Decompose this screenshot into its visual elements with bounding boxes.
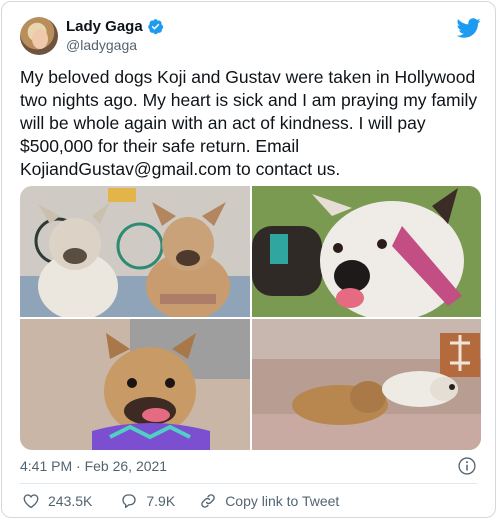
photo-two-dogs-sofa[interactable] [252, 319, 481, 450]
photo-white-bulldog-harness[interactable] [252, 186, 481, 317]
tweet-timestamp[interactable]: 4:41 PM · Feb 26, 2021 [20, 458, 167, 474]
photo-two-dogs-bicycle[interactable] [20, 186, 250, 317]
photo-fawn-bulldog-rainbow[interactable] [20, 319, 250, 450]
like-button[interactable]: 243.5K [22, 492, 92, 510]
reply-button[interactable]: 7.9K [120, 492, 175, 510]
author-name-row: Lady Gaga [66, 18, 164, 35]
action-bar: 243.5K 7.9K Copy link to Tweet [22, 492, 339, 510]
link-icon [201, 494, 215, 508]
copy-link-label: Copy link to Tweet [225, 493, 340, 509]
like-count: 243.5K [48, 493, 93, 509]
divider [20, 483, 477, 484]
reply-bubble-icon [122, 494, 137, 509]
twitter-bird-icon[interactable] [456, 16, 481, 40]
media-grid[interactable] [20, 186, 481, 450]
reply-count: 7.9K [146, 493, 176, 509]
tweet-text: My beloved dogs Koji and Gustav were tak… [20, 67, 478, 179]
info-icon[interactable] [457, 456, 477, 476]
avatar[interactable] [20, 17, 58, 55]
heart-icon [23, 494, 39, 509]
copy-link-button[interactable]: Copy link to Tweet [199, 492, 339, 510]
author-display-name[interactable]: Lady Gaga [66, 18, 143, 35]
tweet-card: Lady Gaga @ladygaga My beloved dogs Koji… [1, 1, 496, 518]
verified-badge-icon [147, 18, 164, 35]
author-handle[interactable]: @ladygaga [66, 37, 137, 53]
